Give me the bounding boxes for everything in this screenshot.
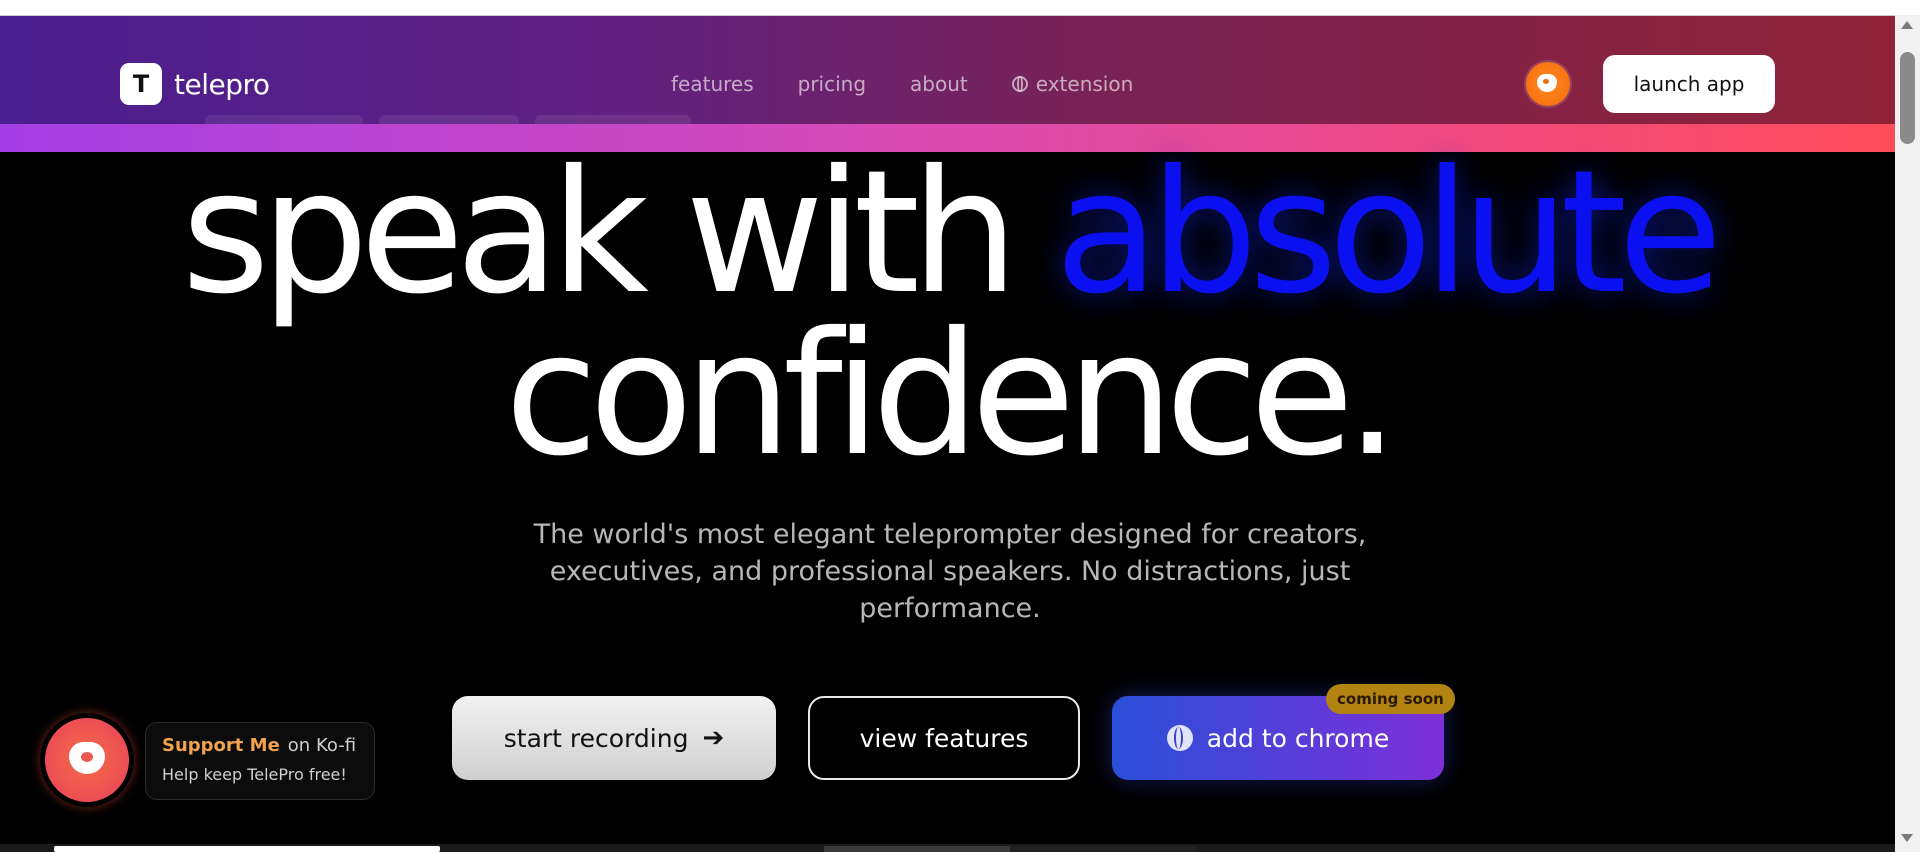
- hero-headline-line2: confidence.: [504, 296, 1400, 494]
- nav-features[interactable]: features: [671, 72, 754, 96]
- cup-icon: [69, 742, 105, 774]
- main-nav: features pricing about extension: [671, 72, 1133, 96]
- nav-features-label: features: [671, 72, 754, 96]
- site-header: T telepro features pricing about extensi…: [0, 16, 1895, 127]
- nav-pricing-label: pricing: [797, 72, 867, 96]
- kofi-icon[interactable]: [1526, 62, 1570, 106]
- view-features-button[interactable]: view features: [808, 696, 1080, 780]
- vertical-scrollbar[interactable]: [1895, 15, 1920, 852]
- globe-icon: [1166, 725, 1193, 751]
- scrollbar-thumb[interactable]: [1900, 52, 1915, 144]
- next-section-peek: [0, 844, 1895, 852]
- peek-bar-gray: [824, 846, 1010, 852]
- start-recording-button[interactable]: start recording ➔: [452, 696, 776, 780]
- kofi-card-title: Support Me on Ko-fi: [162, 735, 358, 756]
- hero-subtitle: The world's most elegant teleprompter de…: [533, 519, 1367, 624]
- kofi-on-label: on Ko-fi: [287, 735, 357, 756]
- launch-app-button[interactable]: launch app: [1603, 55, 1775, 113]
- scroll-up-arrow-icon[interactable]: [1901, 21, 1913, 29]
- start-recording-label: start recording: [503, 723, 689, 753]
- coming-soon-badge: coming soon: [1326, 684, 1455, 714]
- kofi-icon: [45, 718, 129, 802]
- logo-mark: T: [120, 63, 162, 105]
- cup-icon: [1537, 74, 1557, 92]
- kofi-support-card[interactable]: Support Me on Ko-fi Help keep TelePro fre…: [145, 722, 375, 800]
- view-features-label: view features: [859, 723, 1029, 753]
- kofi-support-label: Support Me: [162, 735, 280, 756]
- nav-extension-label: extension: [1035, 72, 1134, 96]
- scroll-down-arrow-icon[interactable]: [1901, 834, 1913, 842]
- peek-bar-white: [54, 846, 440, 852]
- brand-logo[interactable]: T telepro: [120, 63, 270, 105]
- nav-about-label: about: [910, 72, 968, 96]
- peek-bar-dark: [1010, 846, 1196, 852]
- globe-icon: [1011, 76, 1028, 92]
- brand-name: telepro: [174, 67, 270, 101]
- nav-pricing[interactable]: pricing: [798, 72, 866, 96]
- kofi-tagline: Help keep TelePro free!: [162, 765, 347, 784]
- window-top-border: [0, 0, 1920, 16]
- hero-headline-line1: speak with absolute: [0, 148, 1895, 318]
- nav-about[interactable]: about: [910, 72, 968, 96]
- kofi-support-button[interactable]: [40, 713, 134, 807]
- arrow-right-icon: ➔: [702, 723, 725, 753]
- nav-extension[interactable]: extension: [1011, 72, 1134, 96]
- add-to-chrome-label: add to chrome: [1206, 723, 1390, 753]
